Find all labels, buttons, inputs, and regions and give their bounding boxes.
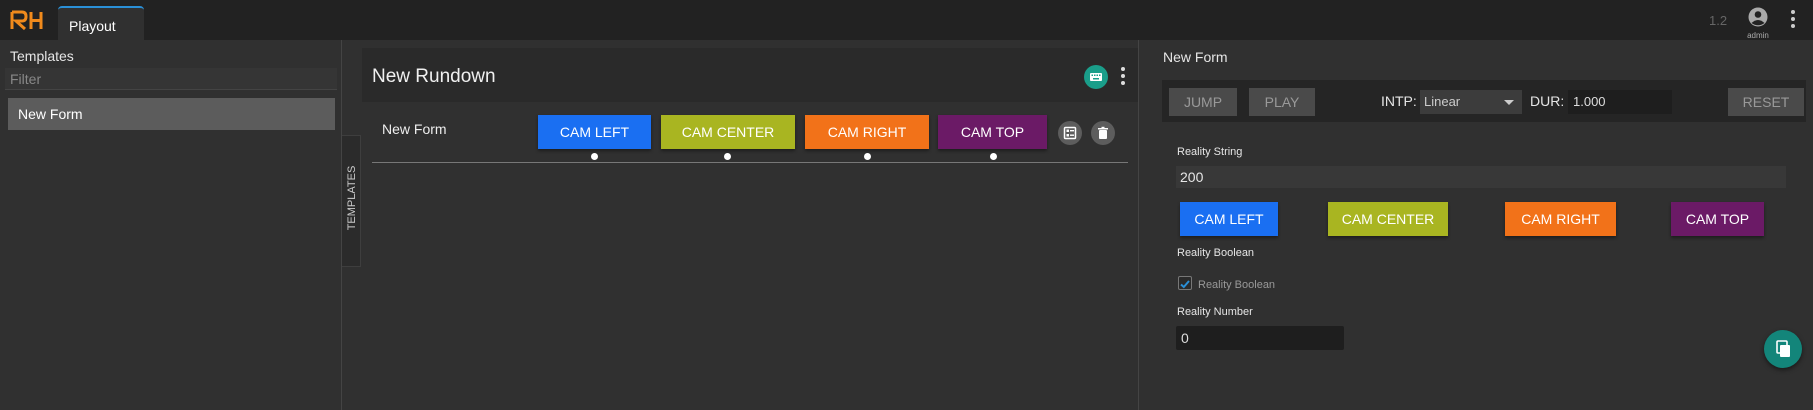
user-name: admin	[1747, 31, 1769, 40]
cam-top-button[interactable]: CAM TOP	[938, 115, 1047, 149]
reset-button[interactable]: RESET	[1728, 88, 1804, 116]
version-label: 1.2	[1709, 13, 1728, 28]
reality-boolean-label: Reality Boolean	[1177, 247, 1255, 259]
play-button[interactable]: PLAY	[1249, 88, 1315, 116]
cam-right-button[interactable]: CAM RIGHT	[1505, 202, 1616, 236]
rundown-row-name: New Form	[382, 121, 447, 137]
panel-divider	[1138, 40, 1139, 410]
intp-label: INTP:	[1381, 93, 1417, 109]
link-dot	[724, 153, 731, 160]
playback-controls: JUMP PLAY INTP: Linear DUR: 1.000 RESET	[1162, 80, 1806, 122]
reality-boolean-checkbox-label: Reality Boolean	[1198, 279, 1276, 291]
form-title: New Form	[1163, 49, 1228, 65]
cam-left-button[interactable]: CAM LEFT	[538, 115, 651, 149]
more-vert-icon[interactable]	[1790, 10, 1796, 33]
cam-top-button[interactable]: CAM TOP	[1671, 202, 1764, 236]
link-dot	[591, 153, 598, 160]
rundown-header: New Rundown	[362, 48, 1138, 102]
template-item[interactable]: New Form	[8, 98, 335, 130]
reality-number-label: Reality Number	[1177, 306, 1253, 318]
jump-button[interactable]: JUMP	[1169, 88, 1237, 116]
app-logo[interactable]	[10, 9, 44, 31]
rundown-title: New Rundown	[372, 66, 496, 87]
more-vert-icon[interactable]	[1120, 67, 1126, 90]
account-circle-icon	[1748, 7, 1768, 27]
cam-center-button[interactable]: CAM CENTER	[1328, 202, 1448, 236]
chevron-down-icon	[1504, 100, 1514, 105]
templates-panel: Templates New Form	[0, 40, 342, 410]
reality-boolean-checkbox[interactable]	[1178, 276, 1192, 290]
templates-title: Templates	[10, 48, 74, 64]
intp-value: Linear	[1424, 94, 1461, 109]
dur-label: DUR:	[1530, 93, 1565, 109]
edit-form-icon[interactable]	[1058, 121, 1082, 145]
cam-left-button[interactable]: CAM LEFT	[1180, 202, 1278, 236]
dur-input[interactable]: 1.000	[1568, 90, 1672, 114]
reality-string-label: Reality String	[1177, 146, 1243, 158]
filter-input[interactable]	[5, 68, 337, 90]
templates-side-tab[interactable]: TEMPLATES	[342, 135, 361, 267]
row-divider	[372, 162, 1128, 163]
link-dot	[990, 153, 997, 160]
intp-select[interactable]: Linear	[1420, 90, 1522, 114]
check-icon	[1180, 280, 1190, 289]
delete-icon[interactable]	[1091, 121, 1115, 145]
keyboard-icon[interactable]	[1084, 65, 1108, 89]
reality-string-input[interactable]: 200	[1176, 166, 1786, 188]
cam-right-button[interactable]: CAM RIGHT	[805, 115, 929, 149]
user-menu[interactable]: admin	[1746, 7, 1770, 40]
top-bar: Playout 1.2 admin	[0, 0, 1813, 40]
side-tab-label: TEMPLATES	[346, 165, 358, 231]
link-dot	[864, 153, 871, 160]
copy-icon[interactable]	[1764, 330, 1802, 368]
reality-number-input[interactable]: 0	[1176, 326, 1344, 350]
cam-center-button[interactable]: CAM CENTER	[661, 115, 795, 149]
tab-playout[interactable]: Playout	[58, 6, 144, 40]
